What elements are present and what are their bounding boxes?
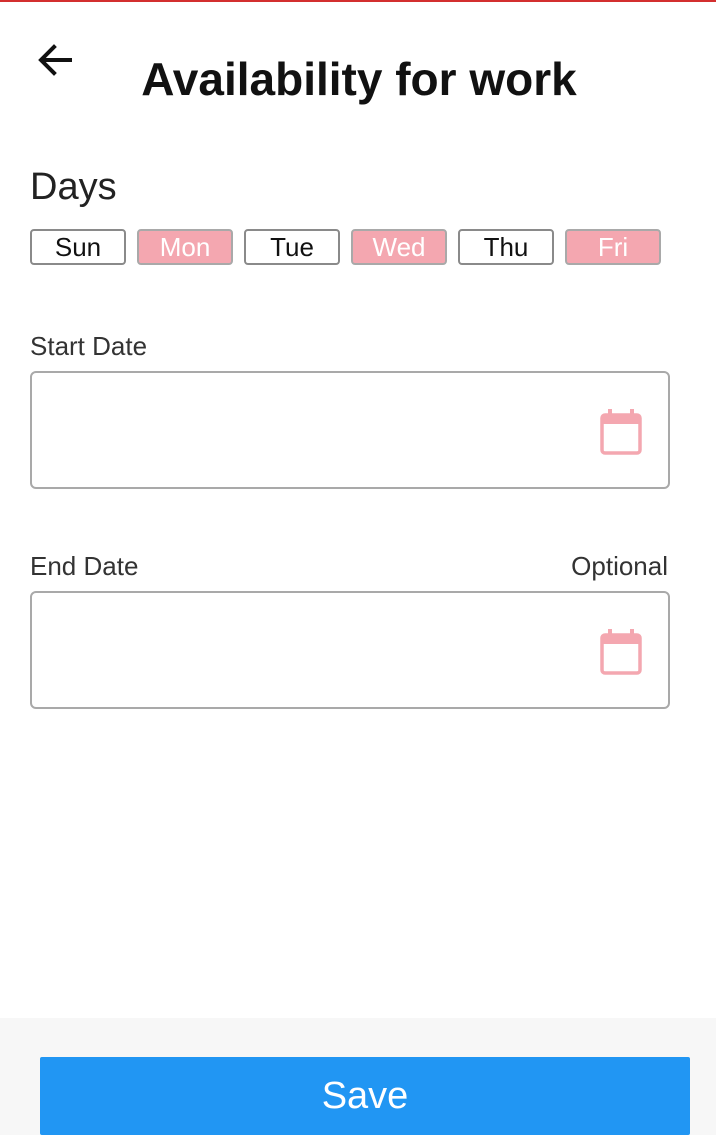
start-date-field[interactable] bbox=[30, 371, 670, 489]
top-accent-line bbox=[0, 0, 716, 2]
end-date-field[interactable] bbox=[30, 591, 670, 709]
day-toggle-mon[interactable]: Mon bbox=[137, 229, 233, 265]
day-toggle-tue[interactable]: Tue bbox=[244, 229, 340, 265]
optional-label: Optional bbox=[571, 551, 668, 581]
page-title: Availability for work bbox=[141, 53, 577, 105]
save-button[interactable]: Save bbox=[40, 1057, 690, 1135]
calendar-icon[interactable] bbox=[600, 409, 642, 455]
calendar-icon[interactable] bbox=[600, 629, 642, 675]
start-date-label: Start Date bbox=[30, 331, 148, 361]
end-date-label: End Date bbox=[30, 551, 139, 581]
day-toggle-thu[interactable]: Thu bbox=[458, 229, 554, 265]
day-toggle-fri[interactable]: Fri bbox=[565, 229, 661, 265]
day-selector: Sun Mon Tue Wed Thu Fri bbox=[30, 229, 661, 265]
day-toggle-sun[interactable]: Sun bbox=[30, 229, 126, 265]
days-label: Days bbox=[30, 166, 117, 208]
day-toggle-wed[interactable]: Wed bbox=[351, 229, 447, 265]
